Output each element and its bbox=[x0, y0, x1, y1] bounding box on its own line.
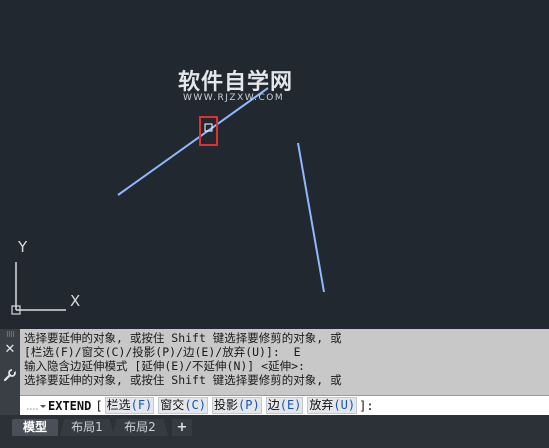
command-history: 选择要延伸的对象, 或按住 Shift 键选择要修剪的对象, 或 [栏选(F)/… bbox=[24, 331, 546, 387]
drawing-canvas[interactable]: 软件自学网 WWW.RJZXW.COM Y X bbox=[0, 0, 549, 329]
option-fence[interactable]: 栏选(F) bbox=[104, 397, 155, 414]
option-open-bracket: [ bbox=[95, 398, 103, 413]
option-label: 栏选 bbox=[106, 398, 131, 412]
layout-tab-bar: 模型 布局1 布局2 + bbox=[0, 415, 549, 448]
history-line: 选择要延伸的对象, 或按住 Shift 键选择要修剪的对象, 或 bbox=[24, 373, 342, 387]
option-key: (U) bbox=[333, 398, 356, 412]
add-layout-button[interactable]: + bbox=[172, 419, 192, 436]
option-close-bracket: ]: bbox=[359, 398, 374, 413]
option-crossing[interactable]: 窗交(C) bbox=[158, 397, 208, 414]
watermark-url: WWW.RJZXW.COM bbox=[183, 93, 285, 103]
tab-layout2[interactable]: 布局2 bbox=[112, 419, 168, 436]
option-key: (C) bbox=[184, 398, 206, 412]
option-key: (F) bbox=[130, 398, 153, 412]
option-label: 边 bbox=[267, 398, 280, 412]
wrench-icon[interactable] bbox=[3, 367, 17, 382]
watermark-title: 软件自学网 bbox=[178, 70, 294, 95]
canvas-drawing[interactable] bbox=[0, 0, 549, 329]
option-label: 投影 bbox=[214, 398, 239, 412]
line-segment-vertical[interactable] bbox=[297, 142, 325, 293]
command-name: EXTEND bbox=[48, 398, 92, 413]
command-prompt-dropdown-icon[interactable] bbox=[24, 397, 48, 415]
option-label: 窗交 bbox=[160, 398, 185, 412]
command-line-panel: ⠿⠿ ✕ 选择要延伸的对象, 或按住 Shift 键选择要修剪的对象, 或 [栏… bbox=[0, 329, 549, 415]
grip-handle-icon[interactable]: ⠿⠿ bbox=[3, 332, 17, 339]
option-key: (P) bbox=[238, 398, 260, 412]
tab-layout1[interactable]: 布局1 bbox=[60, 419, 114, 436]
line-segment-diagonal[interactable] bbox=[117, 87, 269, 196]
option-key: (E) bbox=[279, 398, 302, 412]
ucs-x-label: X bbox=[70, 292, 81, 310]
command-input-field[interactable]: EXTEND [ 栏选(F) 窗交(C) 投影(P) 边(E) 放弃(U) ]: bbox=[20, 395, 549, 415]
option-undo[interactable]: 放弃(U) bbox=[307, 397, 358, 414]
option-project[interactable]: 投影(P) bbox=[212, 397, 262, 414]
command-panel-sidebar: ⠿⠿ ✕ bbox=[0, 329, 20, 415]
ucs-y-label: Y bbox=[18, 238, 28, 256]
history-line: 输入隐含边延伸模式 [延伸(E)/不延伸(N)] <延伸>: bbox=[24, 359, 305, 373]
history-line: [栏选(F)/窗交(C)/投影(P)/边(E)/放弃(U)]: E bbox=[24, 345, 301, 359]
option-edge[interactable]: 边(E) bbox=[265, 397, 304, 414]
close-icon[interactable]: ✕ bbox=[4, 343, 16, 356]
history-line: 选择要延伸的对象, 或按住 Shift 键选择要修剪的对象, 或 bbox=[24, 331, 342, 345]
option-label: 放弃 bbox=[309, 398, 334, 412]
tab-model[interactable]: 模型 bbox=[12, 419, 58, 436]
command-prompt-text: EXTEND [ 栏选(F) 窗交(C) 投影(P) 边(E) 放弃(U) ]: bbox=[48, 397, 374, 414]
